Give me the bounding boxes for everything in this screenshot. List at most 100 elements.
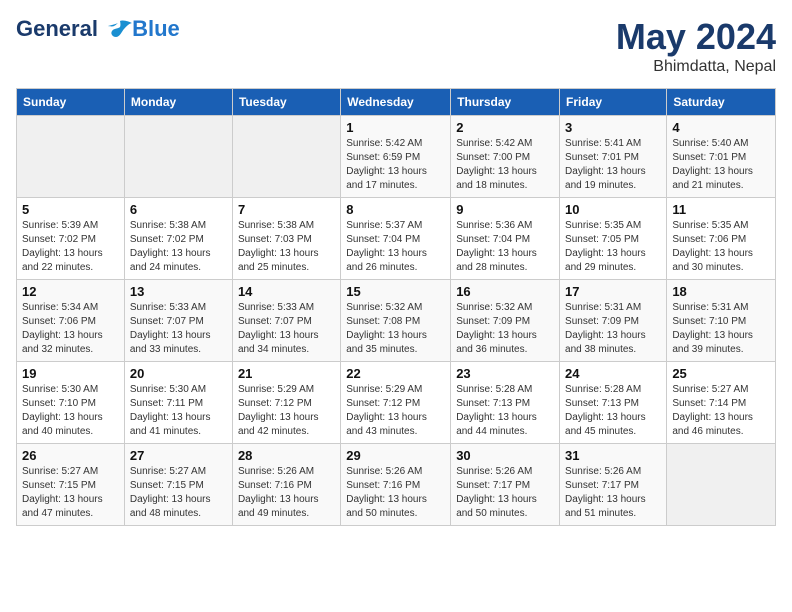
- weekday-header-tuesday: Tuesday: [232, 89, 340, 116]
- day-number: 12: [22, 284, 119, 299]
- day-number: 29: [346, 448, 445, 463]
- day-info: Sunrise: 5:34 AMSunset: 7:06 PMDaylight:…: [22, 301, 119, 357]
- calendar-cell: 2 Sunrise: 5:42 AMSunset: 7:00 PMDaylight…: [451, 116, 560, 198]
- day-number: 13: [130, 284, 227, 299]
- day-number: 9: [456, 202, 554, 217]
- day-number: 7: [238, 202, 335, 217]
- day-info: Sunrise: 5:26 AMSunset: 7:17 PMDaylight:…: [565, 465, 661, 521]
- day-info: Sunrise: 5:37 AMSunset: 7:04 PMDaylight:…: [346, 219, 445, 275]
- day-number: 28: [238, 448, 335, 463]
- calendar-week-2: 5Sunrise: 5:39 AMSunset: 7:02 PMDaylight…: [17, 198, 776, 280]
- logo: General Blue: [16, 16, 180, 41]
- day-number: 30: [456, 448, 554, 463]
- day-info: Sunrise: 5:35 AMSunset: 7:06 PMDaylight:…: [672, 219, 770, 275]
- day-number: 26: [22, 448, 119, 463]
- calendar-table: SundayMondayTuesdayWednesdayThursdayFrid…: [16, 88, 776, 526]
- day-number: 1: [346, 120, 445, 135]
- day-info: Sunrise: 5:29 AMSunset: 7:12 PMDaylight:…: [238, 383, 335, 439]
- day-info: Sunrise: 5:39 AMSunset: 7:02 PMDaylight:…: [22, 219, 119, 275]
- day-info: Sunrise: 5:42 AMSunset: 7:00 PMDaylight:…: [456, 137, 554, 193]
- day-info: Sunrise: 5:32 AMSunset: 7:08 PMDaylight:…: [346, 301, 445, 357]
- calendar-cell: 21 Sunrise: 5:29 AMSunset: 7:12 PMDayligh…: [232, 362, 340, 444]
- day-info: Sunrise: 5:28 AMSunset: 7:13 PMDaylight:…: [456, 383, 554, 439]
- day-number: 27: [130, 448, 227, 463]
- logo-bird-icon: [106, 19, 134, 41]
- day-info: Sunrise: 5:31 AMSunset: 7:09 PMDaylight:…: [565, 301, 661, 357]
- weekday-header-saturday: Saturday: [667, 89, 776, 116]
- day-number: 10: [565, 202, 661, 217]
- day-info: Sunrise: 5:42 AMSunset: 6:59 PMDaylight:…: [346, 137, 445, 193]
- title-block: May 2024 Bhimdatta, Nepal: [616, 16, 776, 76]
- calendar-cell: 13 Sunrise: 5:33 AMSunset: 7:07 PMDayligh…: [124, 280, 232, 362]
- weekday-header-wednesday: Wednesday: [341, 89, 451, 116]
- calendar-cell: 31 Sunrise: 5:26 AMSunset: 7:17 PMDayligh…: [560, 444, 667, 526]
- calendar-body: 1 Sunrise: 5:42 AMSunset: 6:59 PMDaylight…: [17, 116, 776, 526]
- logo-blue: Blue: [132, 16, 180, 41]
- day-info: Sunrise: 5:38 AMSunset: 7:02 PMDaylight:…: [130, 219, 227, 275]
- calendar-cell: 28 Sunrise: 5:26 AMSunset: 7:16 PMDayligh…: [232, 444, 340, 526]
- day-number: 22: [346, 366, 445, 381]
- day-info: Sunrise: 5:27 AMSunset: 7:15 PMDaylight:…: [22, 465, 119, 521]
- calendar-cell: 7 Sunrise: 5:38 AMSunset: 7:03 PMDaylight…: [232, 198, 340, 280]
- day-number: 15: [346, 284, 445, 299]
- calendar-cell: 18 Sunrise: 5:31 AMSunset: 7:10 PMDayligh…: [667, 280, 776, 362]
- calendar-week-4: 19Sunrise: 5:30 AMSunset: 7:10 PMDayligh…: [17, 362, 776, 444]
- day-info: Sunrise: 5:26 AMSunset: 7:16 PMDaylight:…: [238, 465, 335, 521]
- day-number: 24: [565, 366, 661, 381]
- day-number: 2: [456, 120, 554, 135]
- day-number: 17: [565, 284, 661, 299]
- calendar-cell: 8 Sunrise: 5:37 AMSunset: 7:04 PMDaylight…: [341, 198, 451, 280]
- day-info: Sunrise: 5:38 AMSunset: 7:03 PMDaylight:…: [238, 219, 335, 275]
- page-header: General Blue May 2024 Bhimdatta, Nepal: [16, 16, 776, 76]
- calendar-cell: 9 Sunrise: 5:36 AMSunset: 7:04 PMDaylight…: [451, 198, 560, 280]
- calendar-cell: 23 Sunrise: 5:28 AMSunset: 7:13 PMDayligh…: [451, 362, 560, 444]
- calendar-cell: 22 Sunrise: 5:29 AMSunset: 7:12 PMDayligh…: [341, 362, 451, 444]
- day-number: 8: [346, 202, 445, 217]
- day-info: Sunrise: 5:31 AMSunset: 7:10 PMDaylight:…: [672, 301, 770, 357]
- calendar-header-row: SundayMondayTuesdayWednesdayThursdayFrid…: [17, 89, 776, 116]
- day-number: 20: [130, 366, 227, 381]
- weekday-header-thursday: Thursday: [451, 89, 560, 116]
- day-number: 14: [238, 284, 335, 299]
- calendar-cell: 3Sunrise: 5:41 AMSunset: 7:01 PMDaylight…: [560, 116, 667, 198]
- calendar-cell: 30 Sunrise: 5:26 AMSunset: 7:17 PMDayligh…: [451, 444, 560, 526]
- calendar-cell: 5Sunrise: 5:39 AMSunset: 7:02 PMDaylight…: [17, 198, 125, 280]
- day-number: 18: [672, 284, 770, 299]
- day-number: 4: [672, 120, 770, 135]
- calendar-cell: 19Sunrise: 5:30 AMSunset: 7:10 PMDayligh…: [17, 362, 125, 444]
- day-number: 31: [565, 448, 661, 463]
- day-info: Sunrise: 5:26 AMSunset: 7:16 PMDaylight:…: [346, 465, 445, 521]
- calendar-cell: 16Sunrise: 5:32 AMSunset: 7:09 PMDayligh…: [451, 280, 560, 362]
- day-info: Sunrise: 5:32 AMSunset: 7:09 PMDaylight:…: [456, 301, 554, 357]
- day-number: 25: [672, 366, 770, 381]
- calendar-week-5: 26 Sunrise: 5:27 AMSunset: 7:15 PMDayligh…: [17, 444, 776, 526]
- day-number: 6: [130, 202, 227, 217]
- calendar-cell: [667, 444, 776, 526]
- calendar-cell: 24Sunrise: 5:28 AMSunset: 7:13 PMDayligh…: [560, 362, 667, 444]
- calendar-cell: 15 Sunrise: 5:32 AMSunset: 7:08 PMDayligh…: [341, 280, 451, 362]
- day-info: Sunrise: 5:30 AMSunset: 7:11 PMDaylight:…: [130, 383, 227, 439]
- day-info: Sunrise: 5:33 AMSunset: 7:07 PMDaylight:…: [130, 301, 227, 357]
- day-info: Sunrise: 5:27 AMSunset: 7:15 PMDaylight:…: [130, 465, 227, 521]
- calendar-cell: 11 Sunrise: 5:35 AMSunset: 7:06 PMDayligh…: [667, 198, 776, 280]
- day-number: 23: [456, 366, 554, 381]
- calendar-cell: [17, 116, 125, 198]
- day-number: 11: [672, 202, 770, 217]
- day-info: Sunrise: 5:26 AMSunset: 7:17 PMDaylight:…: [456, 465, 554, 521]
- day-info: Sunrise: 5:29 AMSunset: 7:12 PMDaylight:…: [346, 383, 445, 439]
- calendar-cell: 25 Sunrise: 5:27 AMSunset: 7:14 PMDayligh…: [667, 362, 776, 444]
- day-number: 19: [22, 366, 119, 381]
- logo-text: General: [16, 16, 134, 41]
- day-info: Sunrise: 5:27 AMSunset: 7:14 PMDaylight:…: [672, 383, 770, 439]
- day-info: Sunrise: 5:40 AMSunset: 7:01 PMDaylight:…: [672, 137, 770, 193]
- weekday-header-sunday: Sunday: [17, 89, 125, 116]
- day-info: Sunrise: 5:36 AMSunset: 7:04 PMDaylight:…: [456, 219, 554, 275]
- calendar-cell: 29 Sunrise: 5:26 AMSunset: 7:16 PMDayligh…: [341, 444, 451, 526]
- day-number: 21: [238, 366, 335, 381]
- calendar-cell: 6 Sunrise: 5:38 AMSunset: 7:02 PMDaylight…: [124, 198, 232, 280]
- day-info: Sunrise: 5:35 AMSunset: 7:05 PMDaylight:…: [565, 219, 661, 275]
- calendar-cell: 10 Sunrise: 5:35 AMSunset: 7:05 PMDayligh…: [560, 198, 667, 280]
- calendar-cell: [232, 116, 340, 198]
- month-title: May 2024: [616, 16, 776, 58]
- day-number: 3: [565, 120, 661, 135]
